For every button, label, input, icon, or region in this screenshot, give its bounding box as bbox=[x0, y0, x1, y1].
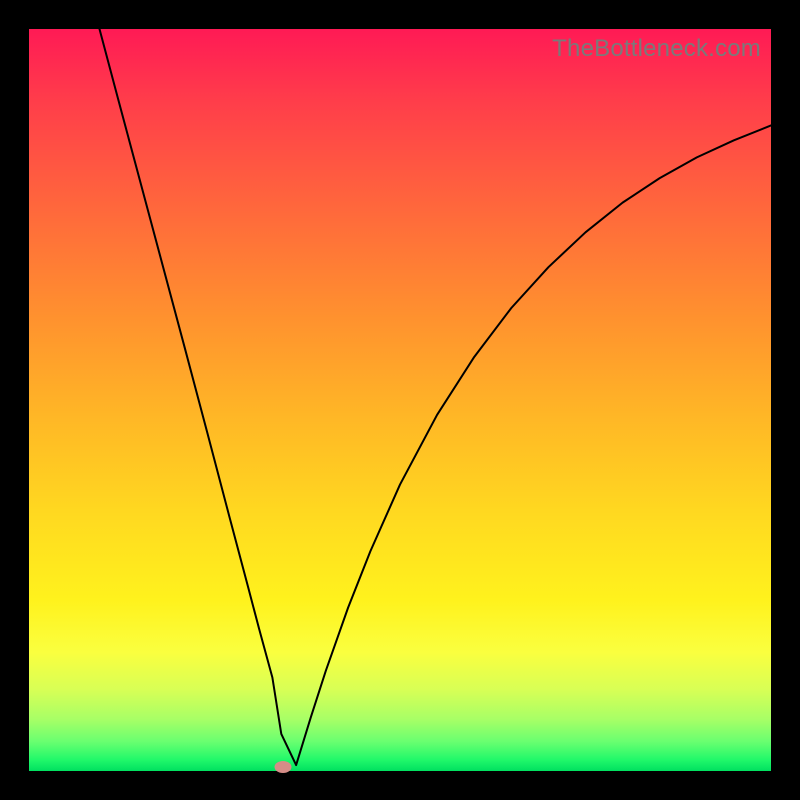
curve-path bbox=[99, 29, 771, 765]
plot-area: TheBottleneck.com bbox=[29, 29, 771, 771]
chart-frame: TheBottleneck.com bbox=[0, 0, 800, 800]
curve-svg bbox=[29, 29, 771, 771]
minimum-marker bbox=[274, 761, 291, 773]
